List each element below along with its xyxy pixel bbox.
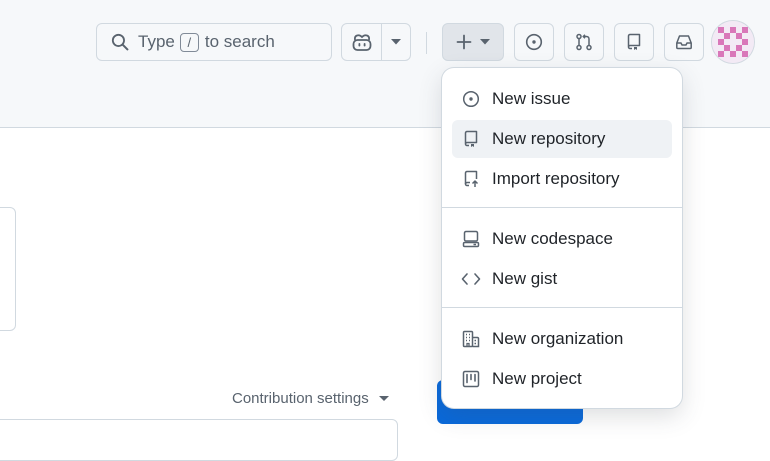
repo-push-icon — [461, 169, 481, 189]
avatar[interactable] — [712, 21, 754, 63]
triangle-down-icon — [391, 39, 401, 45]
menu-item-label: New issue — [492, 89, 571, 108]
menu-item-import-repository[interactable]: Import repository — [452, 160, 672, 198]
plus-icon — [456, 34, 472, 50]
menu-item-label: New repository — [492, 129, 606, 148]
copilot-menu-button[interactable] — [382, 24, 410, 60]
menu-item-new-project[interactable]: New project — [452, 360, 672, 398]
search-icon — [111, 33, 138, 51]
repositories-button[interactable] — [614, 23, 654, 61]
menu-divider — [442, 207, 682, 208]
header-divider — [426, 32, 427, 54]
project-icon — [461, 369, 481, 389]
copilot-button[interactable] — [342, 24, 382, 60]
menu-item-new-gist[interactable]: New gist — [452, 260, 672, 298]
contribution-settings-button[interactable]: Contribution settings — [232, 390, 389, 407]
repo-icon — [461, 129, 481, 149]
repo-icon — [625, 33, 643, 51]
search-label-after: to search — [204, 32, 275, 51]
create-new-button[interactable] — [442, 23, 504, 61]
search-label-before: Type — [138, 32, 175, 51]
inbox-button[interactable] — [664, 23, 704, 61]
search-input[interactable]: Type / to search — [96, 23, 332, 61]
issue-opened-icon — [525, 33, 543, 51]
create-new-menu: New issue New repository Import reposito… — [442, 68, 682, 408]
organization-icon — [461, 329, 481, 349]
git-pull-request-icon — [575, 33, 593, 51]
menu-item-label: New organization — [492, 329, 624, 348]
issue-opened-icon — [461, 89, 481, 109]
copilot-icon — [351, 32, 373, 52]
menu-item-label: Import repository — [492, 169, 620, 188]
pull-requests-button[interactable] — [564, 23, 604, 61]
triangle-down-icon — [378, 396, 389, 401]
issues-button[interactable] — [514, 23, 554, 61]
copilot-button-group — [341, 23, 411, 61]
menu-item-label: New codespace — [492, 229, 613, 248]
menu-item-label: New gist — [492, 269, 558, 288]
menu-divider — [442, 307, 682, 308]
content-card — [0, 207, 16, 331]
codespaces-icon — [461, 229, 481, 249]
menu-item-new-issue[interactable]: New issue — [452, 80, 672, 118]
triangle-down-icon — [480, 39, 490, 45]
inbox-icon — [675, 33, 693, 51]
contribution-settings-label: Contribution settings — [232, 390, 369, 407]
menu-item-new-codespace[interactable]: New codespace — [452, 220, 672, 258]
contribution-graph-box — [0, 419, 398, 461]
menu-item-new-organization[interactable]: New organization — [452, 320, 672, 358]
menu-item-label: New project — [492, 369, 582, 388]
search-shortcut-key: / — [179, 32, 199, 52]
menu-item-new-repository[interactable]: New repository — [452, 120, 672, 158]
code-icon — [461, 269, 481, 289]
